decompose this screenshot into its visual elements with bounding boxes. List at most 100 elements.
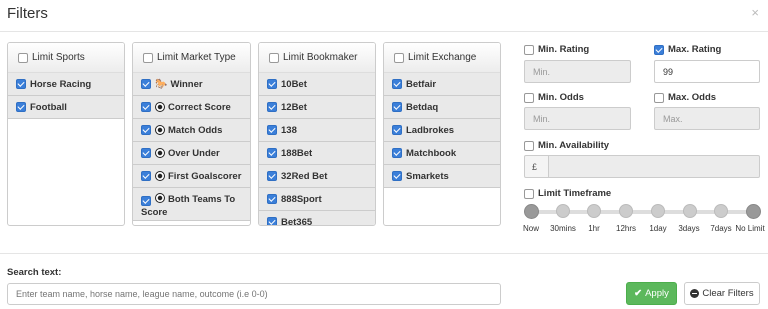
slider-handle-to[interactable] [746, 204, 761, 219]
min-availability-checkbox[interactable] [524, 140, 534, 151]
modal-title: Filters [7, 5, 48, 22]
football-icon [155, 125, 165, 135]
football-icon [155, 171, 165, 181]
exchange-panel: Limit Exchange Betfair Betdaq Ladbrokes … [383, 42, 501, 226]
limit-timeframe-checkbox[interactable] [524, 188, 534, 199]
slider-step [682, 204, 697, 218]
exchange-item[interactable]: Betdaq [384, 96, 500, 119]
checkbox[interactable] [267, 194, 277, 204]
exchange-item[interactable]: Matchbook [384, 142, 500, 165]
limit-sports-toggle[interactable]: Limit Sports [8, 43, 124, 73]
market-item-correct-score[interactable]: Correct Score [133, 96, 250, 119]
header-divider [0, 31, 768, 32]
football-icon [155, 193, 165, 203]
exchange-item[interactable]: Ladbrokes [384, 119, 500, 142]
checkbox[interactable] [16, 79, 26, 89]
min-availability-toggle[interactable]: Min. Availability [524, 140, 609, 151]
market-item-over-under[interactable]: Over Under [133, 142, 250, 165]
checkbox[interactable] [141, 171, 151, 181]
tick-label: 12hrs [615, 224, 637, 233]
sports-panel: Limit Sports Horse Racing Football [7, 42, 125, 226]
checkbox[interactable] [267, 125, 277, 135]
max-rating-checkbox[interactable] [654, 44, 664, 55]
bookmaker-item[interactable]: 188Bet [259, 142, 375, 165]
limit-market-toggle[interactable]: Limit Market Type [133, 43, 250, 73]
checkbox[interactable] [267, 102, 277, 112]
footer-divider [0, 253, 768, 254]
tick-label: Now [522, 224, 540, 233]
bookmaker-item[interactable]: 12Bet [259, 96, 375, 119]
min-odds-input[interactable]: Min. [524, 107, 631, 130]
slider-step [650, 204, 665, 218]
checkbox[interactable] [267, 171, 277, 181]
max-odds-input[interactable]: Max. [654, 107, 760, 130]
max-odds-toggle[interactable]: Max. Odds [654, 92, 716, 103]
search-input[interactable] [7, 283, 501, 305]
min-odds-toggle[interactable]: Min. Odds [524, 92, 584, 103]
limit-bookmaker-checkbox[interactable] [269, 52, 279, 63]
checkbox[interactable] [16, 102, 26, 112]
limit-bookmaker-toggle[interactable]: Limit Bookmaker [259, 43, 375, 73]
minus-circle-icon [690, 289, 700, 298]
close-icon[interactable]: × [751, 5, 759, 20]
checkbox[interactable] [392, 171, 402, 181]
check-icon: ✔ [634, 288, 643, 299]
tick-label: 30mins [550, 224, 576, 233]
modal-header: Filters × [0, 0, 768, 31]
market-panel: Limit Market Type 🐎 Winner Correct Score … [132, 42, 251, 226]
timeframe-slider[interactable] [524, 204, 761, 219]
slider-step [555, 204, 570, 218]
bookmaker-item[interactable]: 888Sport [259, 188, 375, 211]
market-item-winner[interactable]: 🐎 Winner [133, 73, 250, 96]
limit-market-checkbox[interactable] [143, 52, 153, 63]
checkbox[interactable] [141, 79, 151, 89]
football-icon [155, 102, 165, 112]
bookmaker-item[interactable]: Bet365 [259, 211, 375, 225]
market-item-match-odds[interactable]: Match Odds [133, 119, 250, 142]
limit-sports-checkbox[interactable] [18, 52, 28, 63]
limit-exchange-checkbox[interactable] [394, 52, 404, 63]
checkbox[interactable] [392, 102, 402, 112]
slider-handle-from[interactable] [524, 204, 539, 219]
checkbox[interactable] [392, 148, 402, 158]
bookmaker-item[interactable]: 32Red Bet [259, 165, 375, 188]
exchange-item[interactable]: Betfair [384, 73, 500, 96]
slider-step [619, 204, 634, 218]
tick-label: 3days [678, 224, 700, 233]
apply-button[interactable]: ✔ Apply [626, 282, 677, 305]
bookmaker-item[interactable]: 10Bet [259, 73, 375, 96]
checkbox[interactable] [267, 217, 277, 225]
checkbox[interactable] [141, 148, 151, 158]
bookmaker-item[interactable]: 138 [259, 119, 375, 142]
tick-label: 1hr [588, 224, 600, 233]
checkbox[interactable] [392, 79, 402, 89]
max-odds-checkbox[interactable] [654, 92, 664, 103]
horse-icon: 🐎 [155, 78, 168, 90]
clear-filters-button[interactable]: Clear Filters [684, 282, 760, 305]
min-odds-checkbox[interactable] [524, 92, 534, 103]
min-rating-input[interactable]: Min. [524, 60, 631, 83]
limit-timeframe-toggle[interactable]: Limit Timeframe [524, 188, 611, 199]
market-item-first-goalscorer[interactable]: First Goalscorer [133, 165, 250, 188]
limit-exchange-toggle[interactable]: Limit Exchange [384, 43, 500, 73]
checkbox[interactable] [267, 148, 277, 158]
tick-label: 7days [710, 224, 732, 233]
sport-item-horse-racing[interactable]: Horse Racing [8, 73, 124, 96]
checkbox[interactable] [392, 125, 402, 135]
checkbox[interactable] [141, 125, 151, 135]
checkbox[interactable] [267, 79, 277, 89]
tick-label: No Limit [735, 224, 765, 233]
market-item-btts[interactable]: Both Teams To Score [133, 188, 250, 221]
slider-step [587, 204, 602, 218]
checkbox[interactable] [141, 196, 151, 206]
sport-item-football[interactable]: Football [8, 96, 124, 119]
min-rating-checkbox[interactable] [524, 44, 534, 55]
tick-label: 1day [649, 224, 667, 233]
max-rating-input[interactable]: 99 [654, 60, 760, 83]
min-availability-input[interactable] [548, 155, 760, 178]
max-rating-toggle[interactable]: Max. Rating [654, 44, 721, 55]
exchange-item[interactable]: Smarkets [384, 165, 500, 188]
checkbox[interactable] [141, 102, 151, 112]
bookmaker-panel: Limit Bookmaker 10Bet 12Bet 138 188Bet 3… [258, 42, 376, 226]
min-rating-toggle[interactable]: Min. Rating [524, 44, 589, 55]
